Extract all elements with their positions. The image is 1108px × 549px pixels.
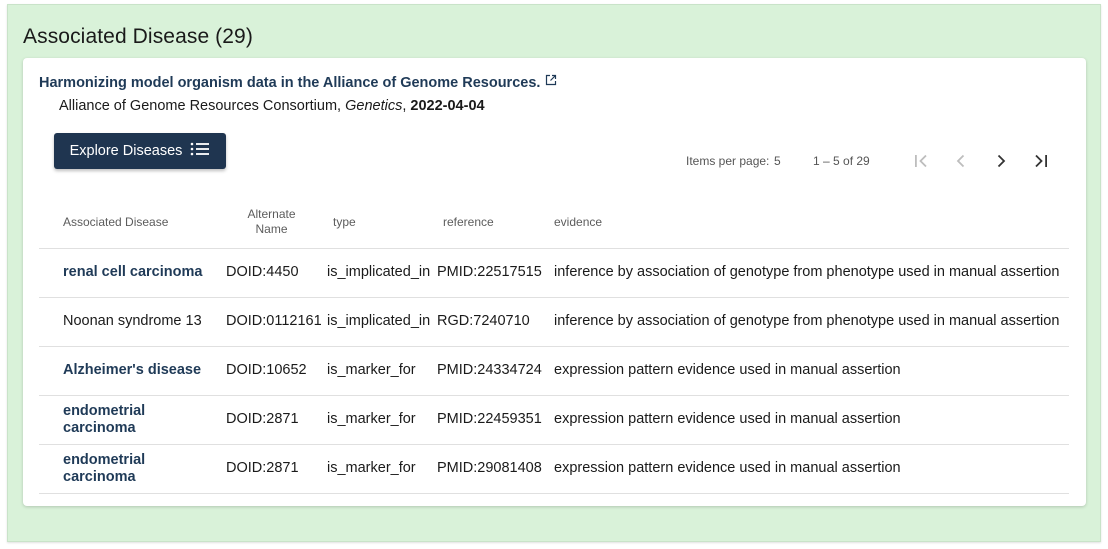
- table-row: renal cell carcinoma DOID:4450 is_implic…: [39, 248, 1069, 298]
- chevron-left-icon[interactable]: [947, 149, 975, 173]
- table-row: Noonan syndrome 13 DOID:0112161 is_impli…: [39, 297, 1069, 347]
- table-row: endometrial carcinoma DOID:2871 is_marke…: [39, 444, 1069, 494]
- reference-cell: PMID:24334724: [435, 346, 546, 396]
- reference-cell: PMID:22459351: [435, 395, 546, 445]
- first-page-icon[interactable]: [907, 149, 935, 173]
- citation-journal: Genetics: [345, 98, 403, 114]
- evidence-cell: inference by association of genotype fro…: [546, 248, 1069, 298]
- disease-link[interactable]: renal cell carcinoma: [39, 248, 218, 298]
- external-link-icon[interactable]: [545, 74, 557, 90]
- associated-disease-panel: Associated Disease (29) Harmonizing mode…: [7, 4, 1101, 542]
- page-range-label: 1 – 5 of 29: [813, 154, 870, 168]
- table-header-row: Associated Disease Alternate Name type r…: [39, 197, 1069, 249]
- reference-card: Harmonizing model organism data in the A…: [23, 58, 1086, 506]
- column-header-reference[interactable]: reference: [435, 197, 546, 249]
- type-cell: is_marker_for: [325, 395, 435, 445]
- alternate-name-cell: DOID:2871: [218, 395, 325, 445]
- evidence-cell: expression pattern evidence used in manu…: [546, 444, 1069, 494]
- citation-authors: Alliance of Genome Resources Consortium,: [59, 98, 346, 114]
- disease-link[interactable]: Alzheimer's disease: [39, 346, 218, 396]
- evidence-cell: expression pattern evidence used in manu…: [546, 395, 1069, 445]
- alternate-name-cell: DOID:4450: [218, 248, 325, 298]
- disease-link[interactable]: endometrial carcinoma: [39, 395, 218, 445]
- alternate-name-cell: DOID:2871: [218, 444, 325, 494]
- type-cell: is_implicated_in: [325, 297, 435, 347]
- column-header-disease[interactable]: Associated Disease: [39, 197, 218, 249]
- paginator: Items per page: 5 1 – 5 of 29: [23, 152, 1086, 176]
- alternate-name-cell: DOID:0112161: [218, 297, 325, 347]
- reference-citation: Alliance of Genome Resources Consortium,…: [59, 98, 485, 114]
- citation-date: 2022-04-04: [410, 98, 485, 114]
- type-cell: is_implicated_in: [325, 248, 435, 298]
- reference-cell: RGD:7240710: [435, 297, 546, 347]
- last-page-icon[interactable]: [1027, 149, 1055, 173]
- reference-title: Harmonizing model organism data in the A…: [39, 75, 541, 91]
- alternate-name-cell: DOID:10652: [218, 346, 325, 396]
- column-header-alternate-name[interactable]: Alternate Name: [218, 197, 325, 249]
- evidence-cell: expression pattern evidence used in manu…: [546, 346, 1069, 396]
- type-cell: is_marker_for: [325, 346, 435, 396]
- column-header-type[interactable]: type: [325, 197, 435, 249]
- column-header-evidence[interactable]: evidence: [546, 197, 1069, 249]
- disease-link[interactable]: endometrial carcinoma: [39, 444, 218, 494]
- table-row: endometrial carcinoma DOID:2871 is_marke…: [39, 395, 1069, 445]
- evidence-cell: inference by association of genotype fro…: [546, 297, 1069, 347]
- reference-cell: PMID:29081408: [435, 444, 546, 494]
- alternate-name-header-text: Alternate Name: [247, 207, 296, 237]
- chevron-right-icon[interactable]: [987, 149, 1015, 173]
- items-per-page-select[interactable]: 5: [774, 154, 781, 168]
- reference-title-link[interactable]: Harmonizing model organism data in the A…: [39, 74, 557, 91]
- items-per-page-label: Items per page:: [686, 154, 770, 168]
- table-row: Alzheimer's disease DOID:10652 is_marker…: [39, 346, 1069, 396]
- type-cell: is_marker_for: [325, 444, 435, 494]
- reference-cell: PMID:22517515: [435, 248, 546, 298]
- disease-table: Associated Disease Alternate Name type r…: [39, 197, 1069, 494]
- panel-title: Associated Disease (29): [23, 25, 253, 48]
- disease-name-cell: Noonan syndrome 13: [39, 297, 218, 347]
